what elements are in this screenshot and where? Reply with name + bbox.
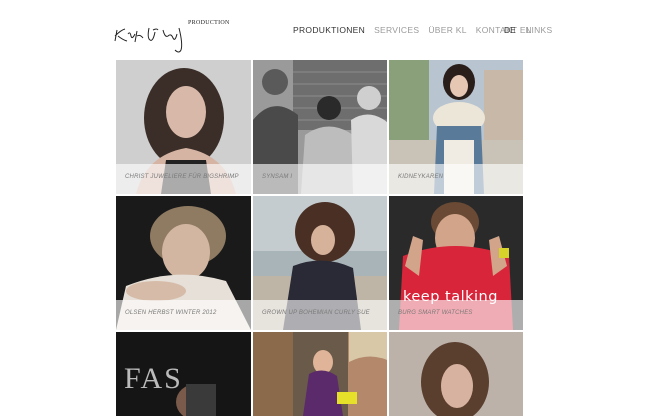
tile-caption: BURG SMART WATCHES <box>398 310 473 316</box>
tile-caption: CHRIST JUWELIERE FÜR BIGSHRIMP <box>125 174 239 180</box>
production-tile[interactable]: OLSEN HERBST WINTER 2012 <box>116 196 251 330</box>
logo-production-label: PRODUCTION <box>188 20 230 26</box>
production-tile[interactable]: CHRIST JUWELIERE FÜR BIGSHRIMP <box>116 60 251 194</box>
production-tile[interactable] <box>389 332 523 416</box>
tile-caption: KIDNEYKAREN <box>398 174 444 180</box>
productions-grid: CHRIST JUWELIERE FÜR BIGSHRIMP SYNSAM I <box>116 60 523 416</box>
lang-de-link[interactable]: DE <box>504 25 516 35</box>
nav-item-produktionen[interactable]: PRODUKTIONEN <box>293 25 365 35</box>
production-tile[interactable]: GROWN UP BOHEMIAN CURLY SUE <box>253 196 387 330</box>
nav-item-services[interactable]: SERVICES <box>374 25 419 35</box>
tile-overlay-text: FAS <box>124 362 183 395</box>
language-switcher: DE EN <box>504 25 532 35</box>
production-tile[interactable]: FAS <box>116 332 251 416</box>
tile-caption: GROWN UP BOHEMIAN CURLY SUE <box>262 310 370 316</box>
production-tile[interactable]: keep talking BURG SMART WATCHES <box>389 196 523 330</box>
tile-caption: OLSEN HERBST WINTER 2012 <box>125 310 217 316</box>
production-tile[interactable] <box>253 332 387 416</box>
tile-caption: SYNSAM I <box>262 174 293 180</box>
nav-item-ueber-kl[interactable]: ÜBER KL <box>428 25 466 35</box>
production-photo <box>253 332 387 416</box>
production-tile[interactable]: SYNSAM I <box>253 60 387 194</box>
site-logo[interactable]: PRODUCTION <box>113 16 229 56</box>
production-tile[interactable]: KIDNEYKAREN <box>389 60 523 194</box>
production-photo <box>389 332 523 416</box>
lang-en-link[interactable]: EN <box>520 25 532 35</box>
